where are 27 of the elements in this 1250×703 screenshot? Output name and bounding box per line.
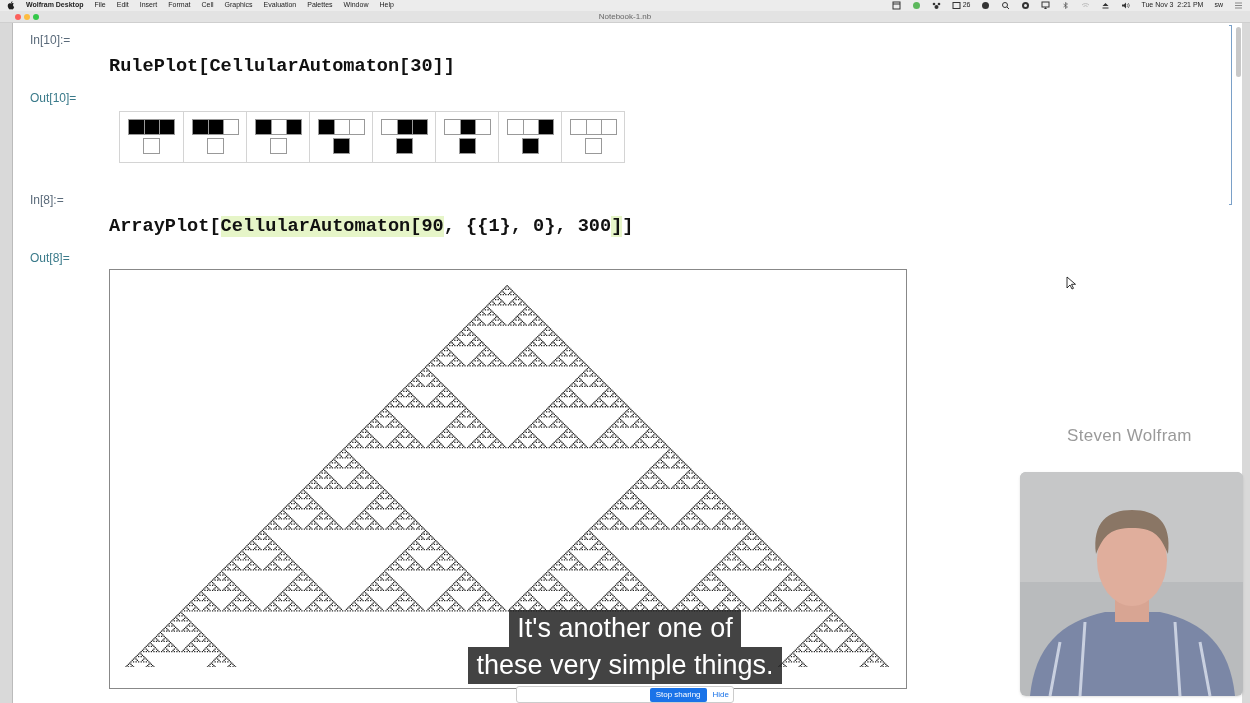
code-input[interactable]: RulePlot[CellularAutomaton[30]] — [109, 53, 455, 81]
status-icon — [911, 1, 921, 10]
wifi-icon — [1081, 1, 1091, 10]
window-icon — [891, 1, 901, 10]
volume-icon — [1121, 1, 1131, 10]
cell-bracket[interactable] — [1229, 25, 1232, 205]
speaker-name: Steven Wolfram — [1067, 425, 1192, 447]
minimize-button[interactable] — [24, 13, 30, 20]
cursor-icon — [1066, 276, 1076, 290]
hide-button[interactable]: Hide — [712, 689, 729, 700]
input-label: In[10]:= — [29, 32, 72, 47]
zoom-button[interactable] — [33, 13, 39, 20]
close-button[interactable] — [15, 13, 21, 20]
scrollbar-thumb[interactable] — [1236, 27, 1241, 77]
input-label: In[8]:= — [29, 191, 65, 207]
window-title: Notebook-1.nb — [598, 11, 652, 22]
display-icon — [1041, 1, 1051, 10]
search-icon — [1001, 1, 1011, 10]
menu-icon — [1234, 1, 1243, 10]
calendar-icon — [951, 1, 961, 10]
output-label: Out[8]= — [29, 249, 71, 265]
apple-icon — [7, 1, 15, 10]
output-label: Out[10]= — [29, 89, 78, 105]
eject-icon — [1101, 1, 1111, 10]
stop-sharing-button[interactable]: Stop sharing — [649, 687, 707, 702]
code-input[interactable]: ArrayPlot[CellularAutomaton[90, {{1}, 0}, 300]] — [109, 212, 634, 241]
bluetooth-icon — [1061, 1, 1071, 10]
